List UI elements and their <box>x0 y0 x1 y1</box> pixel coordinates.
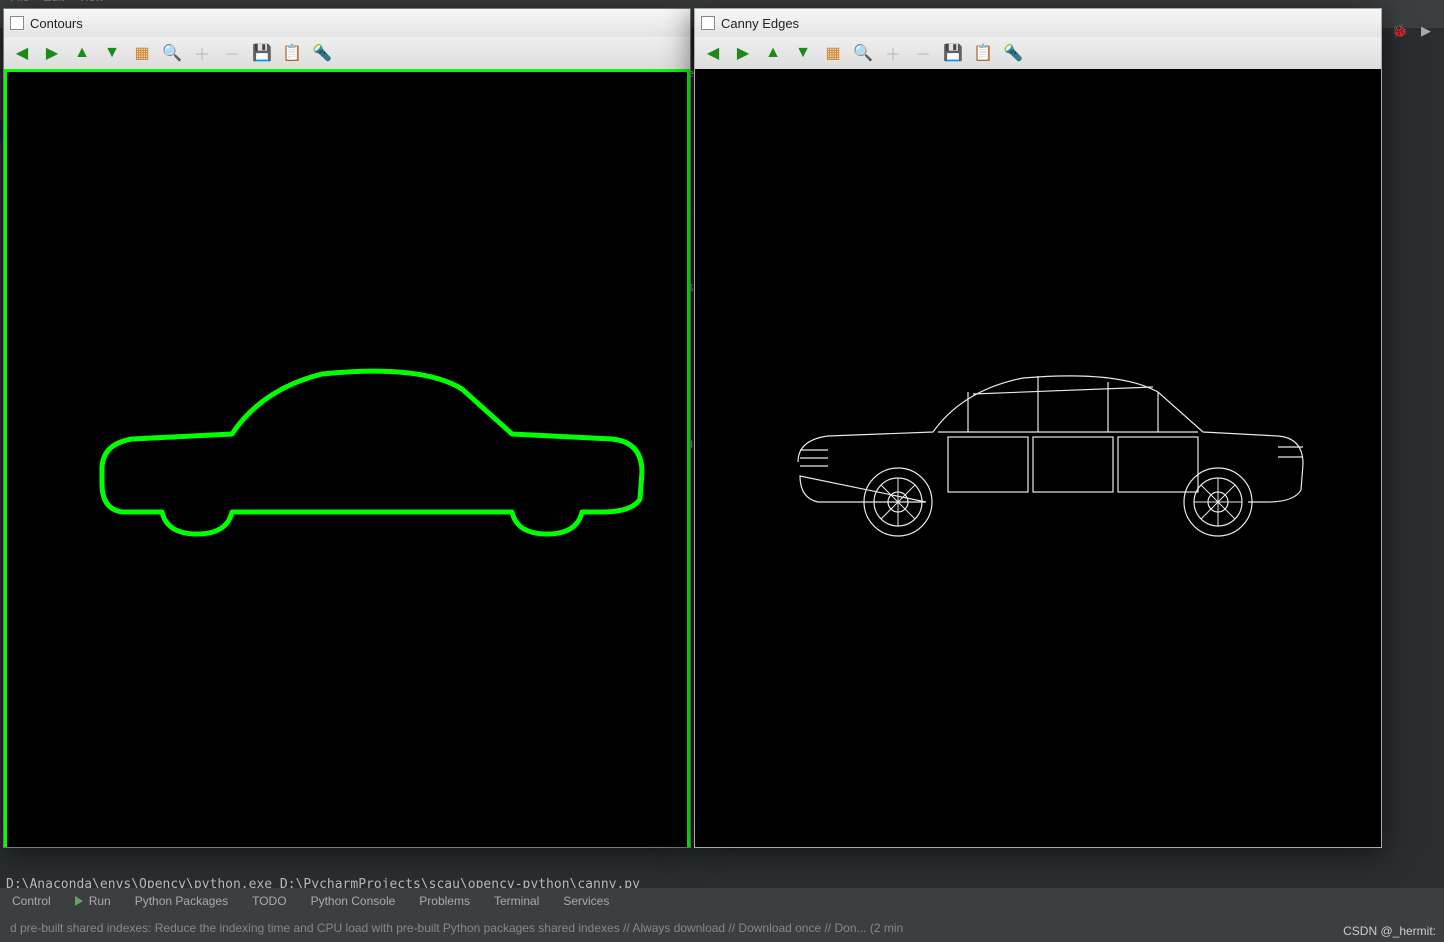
window-icon <box>10 16 24 30</box>
back-button[interactable]: ◀ <box>10 41 34 65</box>
zoom-out-button[interactable]: － <box>911 41 935 65</box>
opencv-window-contours[interactable]: Contours ◀▶▲▼▦🔍＋－💾📋🔦 <box>3 8 691 848</box>
window-title: Contours <box>30 16 83 31</box>
car-edges-image <box>758 332 1318 542</box>
zoom-area-button[interactable]: 🔍 <box>160 41 184 65</box>
tool-window-label: Services <box>563 894 609 908</box>
grid-button[interactable]: ▦ <box>130 41 154 65</box>
window-icon <box>701 16 715 30</box>
tool-window-label: Python Packages <box>135 894 228 908</box>
zoom-out-button[interactable]: － <box>220 41 244 65</box>
tool-window-button[interactable]: Control <box>12 894 51 908</box>
status-bar: d pre-built shared indexes: Reduce the i… <box>0 914 1444 942</box>
grid-button[interactable]: ▦ <box>821 41 845 65</box>
up-button[interactable]: ▲ <box>761 41 785 65</box>
down-button[interactable]: ▼ <box>100 41 124 65</box>
copy-button[interactable]: 📋 <box>971 41 995 65</box>
status-message: d pre-built shared indexes: Reduce the i… <box>10 921 903 935</box>
tool-window-label: Problems <box>419 894 470 908</box>
light-button[interactable]: 🔦 <box>1001 41 1025 65</box>
play-icon <box>75 896 83 906</box>
opencv-toolbar: ◀▶▲▼▦🔍＋－💾📋🔦 <box>695 37 1381 69</box>
zoom-in-button[interactable]: ＋ <box>881 41 905 65</box>
titlebar[interactable]: Contours <box>4 9 690 37</box>
tool-window-button[interactable]: TODO <box>252 894 286 908</box>
tool-window-label: TODO <box>252 894 286 908</box>
tool-window-button[interactable]: Problems <box>419 894 470 908</box>
image-canvas <box>4 69 690 847</box>
copy-button[interactable]: 📋 <box>280 41 304 65</box>
tool-window-button[interactable]: Python Packages <box>135 894 228 908</box>
tool-window-label: Terminal <box>494 894 539 908</box>
opencv-window-canny[interactable]: Canny Edges ◀▶▲▼▦🔍＋－💾📋🔦 <box>694 8 1382 848</box>
titlebar[interactable]: Canny Edges <box>695 9 1381 37</box>
opencv-toolbar: ◀▶▲▼▦🔍＋－💾📋🔦 <box>4 37 690 69</box>
up-button[interactable]: ▲ <box>70 41 94 65</box>
watermark: CSDN @_hermit: <box>1343 924 1436 938</box>
forward-button[interactable]: ▶ <box>731 41 755 65</box>
light-button[interactable]: 🔦 <box>310 41 334 65</box>
image-canvas <box>695 69 1381 847</box>
tool-window-button[interactable]: Python Console <box>311 894 396 908</box>
save-button[interactable]: 💾 <box>941 41 965 65</box>
save-button[interactable]: 💾 <box>250 41 274 65</box>
tool-window-label: Run <box>89 894 111 908</box>
forward-button[interactable]: ▶ <box>40 41 64 65</box>
back-button[interactable]: ◀ <box>701 41 725 65</box>
tool-window-label: Python Console <box>311 894 396 908</box>
zoom-in-button[interactable]: ＋ <box>190 41 214 65</box>
car-contour-image <box>42 334 652 544</box>
tool-window-button[interactable]: Services <box>563 894 609 908</box>
zoom-area-button[interactable]: 🔍 <box>851 41 875 65</box>
window-title: Canny Edges <box>721 16 799 31</box>
tool-window-button[interactable]: Run <box>75 894 111 908</box>
down-button[interactable]: ▼ <box>791 41 815 65</box>
tool-window-label: Control <box>12 894 51 908</box>
tool-windows-bar: Control Run Python Packages TODO Python Cons… <box>0 888 1444 914</box>
tool-window-button[interactable]: Terminal <box>494 894 539 908</box>
